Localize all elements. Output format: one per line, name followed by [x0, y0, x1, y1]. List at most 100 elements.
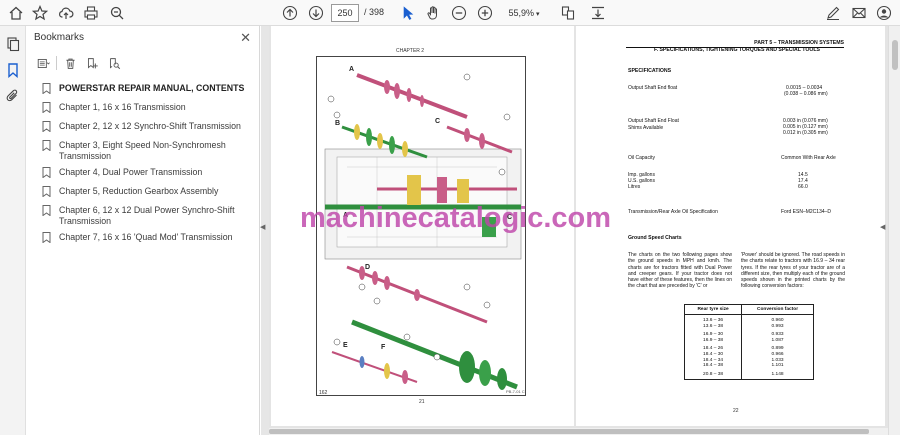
- account-icon[interactable]: [874, 3, 894, 23]
- home-icon[interactable]: [6, 3, 26, 23]
- ground-speed-title: Ground Speed Charts: [628, 235, 682, 241]
- spec-label: Litres: [628, 184, 641, 190]
- zoom-in-icon[interactable]: [475, 3, 495, 23]
- new-bookmark-icon[interactable]: [83, 55, 101, 71]
- spec-value: 0.012 in (0.305 mm): [783, 130, 828, 136]
- bookmark-item-chapter-3[interactable]: Chapter 3, Eight Speed Non-Synchromesh T…: [42, 137, 252, 164]
- bookmark-icon: [42, 205, 54, 219]
- hand-tool-icon[interactable]: [423, 3, 443, 23]
- bookmark-item-chapter-7[interactable]: Chapter 7, 16 x 16 'Quad Mod' Transmissi…: [42, 229, 252, 248]
- page-number-input[interactable]: 250: [331, 4, 359, 22]
- paragraph-right: 'Power' should be ignored. The road spee…: [741, 252, 845, 290]
- bookmark-icon: [42, 232, 54, 246]
- conversion-table: Rear tyre size Conversion factor 13.6 – …: [683, 304, 814, 381]
- paragraph-left: The charts on the two following pages sh…: [628, 252, 732, 290]
- section-header: F. SPECIFICATIONS, TIGHTENING TORQUES AN…: [654, 47, 821, 53]
- bookmark-label: POWERSTAR REPAIR MANUAL, CONTENTS: [59, 83, 245, 93]
- panel-title: Bookmarks: [34, 32, 85, 43]
- spec-value: 66.0: [798, 184, 808, 190]
- scroll-mode-icon[interactable]: [588, 3, 608, 23]
- bookmark-item-chapter-5[interactable]: Chapter 5, Reduction Gearbox Assembly: [42, 183, 252, 202]
- spec-label: Output Shaft End Float: [628, 118, 679, 124]
- scrollbar-thumb[interactable]: [892, 40, 898, 70]
- top-toolbar: 250 / 398 55,9% ▾: [0, 0, 900, 26]
- page-number: 21: [419, 399, 425, 405]
- star-icon[interactable]: [30, 3, 50, 23]
- print-icon[interactable]: [81, 3, 101, 23]
- side-rail: [0, 26, 26, 435]
- spec-label: Shims Available: [628, 125, 664, 131]
- close-icon[interactable]: ✕: [240, 30, 251, 46]
- prev-page-icon[interactable]: [280, 3, 300, 23]
- specifications-title: SPECIFICATIONS: [628, 68, 672, 74]
- bookmark-label: Chapter 6, 12 x 12 Dual Power Synchro-Sh…: [59, 205, 235, 226]
- spec-value: Ford ESN–M2C134–D: [781, 209, 832, 215]
- next-page-icon[interactable]: [306, 3, 326, 23]
- expand-right-panel-icon[interactable]: ◀: [880, 223, 885, 231]
- diagram-label: B: [335, 120, 340, 127]
- diagram-label: A: [349, 66, 354, 73]
- cloud-upload-icon[interactable]: [56, 3, 76, 23]
- find-bookmark-icon[interactable]: [105, 55, 123, 71]
- zoom-search-icon[interactable]: [107, 3, 127, 23]
- spec-label: Output Shaft End float: [628, 85, 678, 91]
- bookmark-icon: [42, 121, 54, 135]
- delete-icon[interactable]: [61, 55, 79, 71]
- sign-icon[interactable]: [823, 3, 843, 23]
- bookmark-list: POWERSTAR REPAIR MANUAL, CONTENTS Chapte…: [42, 80, 252, 248]
- horizontal-scrollbar[interactable]: [269, 428, 888, 435]
- bookmarks-panel: Bookmarks ✕ POWERSTAR REPAIR MANUAL, CON…: [26, 26, 260, 435]
- options-menu-icon[interactable]: [34, 55, 52, 71]
- bookmark-icon[interactable]: [3, 60, 23, 80]
- bookmark-item-chapter-6[interactable]: Chapter 6, 12 x 12 Dual Power Synchro-Sh…: [42, 202, 252, 229]
- watermark-text: machinecatalogic.com: [300, 202, 612, 234]
- bookmark-label: Chapter 3, Eight Speed Non-Synchromesh T…: [59, 140, 226, 161]
- table-row: 16.9 – 30 0.933: [683, 329, 814, 338]
- diagram-corner-number: 162: [319, 390, 328, 396]
- vertical-scrollbar[interactable]: [888, 26, 900, 435]
- diagram-label: C: [435, 118, 440, 125]
- bookmark-icon: [42, 83, 54, 97]
- collapse-panel-icon[interactable]: ◀: [260, 223, 265, 231]
- bookmark-label: Chapter 7, 16 x 16 'Quad Mod' Transmissi…: [59, 232, 233, 242]
- spec-label: Transmission/Rear Axle Oil Specification: [628, 209, 718, 215]
- scrollbar-thumb[interactable]: [269, 429, 869, 434]
- chapter-label: CHAPTER 2: [396, 48, 425, 54]
- bookmark-item-contents[interactable]: POWERSTAR REPAIR MANUAL, CONTENTS: [42, 80, 252, 99]
- pdf-page-right: PART 5 – TRANSMISSION SYSTEMS F. SPECIFI…: [576, 26, 885, 426]
- bookmark-label: Chapter 5, Reduction Gearbox Assembly: [59, 186, 219, 196]
- diagram-label: E: [343, 342, 348, 349]
- diagram-label: F: [381, 344, 386, 351]
- diagram-label: D: [365, 264, 370, 271]
- table-row: 13.6 – 36 0.960: [683, 314, 814, 324]
- bookmark-item-chapter-4[interactable]: Chapter 4, Dual Power Transmission: [42, 164, 252, 183]
- spec-value: (0.038 – 0.086 mm): [784, 91, 828, 97]
- figure-reference: PB-7-01 C: [506, 389, 525, 394]
- page-display-icon[interactable]: [558, 3, 578, 23]
- zoom-out-icon[interactable]: [449, 3, 469, 23]
- spec-label: Oil Capacity: [628, 155, 655, 161]
- bookmark-icon: [42, 186, 54, 200]
- mail-icon[interactable]: [849, 3, 869, 23]
- pages-thumbnail-icon[interactable]: [3, 34, 23, 54]
- bookmark-icon: [42, 102, 54, 116]
- cursor-select-icon[interactable]: [398, 3, 418, 23]
- table-row: 20.8 – 38 1.148: [683, 368, 814, 381]
- bookmark-item-chapter-1[interactable]: Chapter 1, 16 x 16 Transmission: [42, 99, 252, 118]
- table-header: Rear tyre size: [683, 304, 743, 315]
- page-total-label: / 398: [364, 7, 385, 17]
- bookmark-label: Chapter 2, 12 x 12 Synchro-Shift Transmi…: [59, 121, 241, 131]
- bookmark-icon: [42, 140, 54, 154]
- page-number: 22: [733, 408, 739, 414]
- bookmark-label: Chapter 1, 16 x 16 Transmission: [59, 102, 186, 112]
- zoom-level[interactable]: 55,9% ▾: [504, 4, 544, 22]
- table-row: 18.4 – 26 0.899: [683, 343, 814, 352]
- attachment-icon[interactable]: [3, 86, 23, 106]
- bookmark-label: Chapter 4, Dual Power Transmission: [59, 167, 203, 177]
- bookmark-icon: [42, 167, 54, 181]
- spec-value: Common With Rear Axle: [781, 155, 836, 161]
- bookmark-tools: [34, 54, 123, 72]
- chevron-down-icon: ▾: [536, 11, 540, 18]
- bookmark-item-chapter-2[interactable]: Chapter 2, 12 x 12 Synchro-Shift Transmi…: [42, 118, 252, 137]
- table-header: Conversion factor: [741, 304, 814, 315]
